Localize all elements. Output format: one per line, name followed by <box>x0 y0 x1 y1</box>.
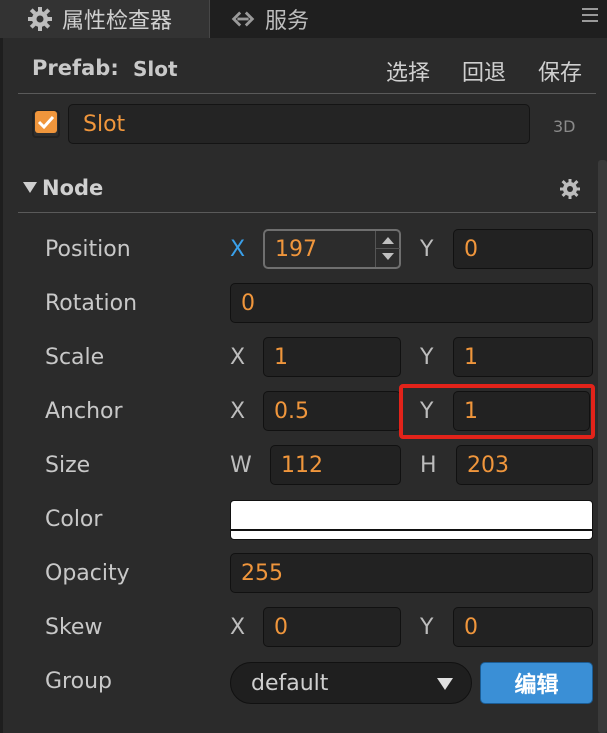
prefab-revert-button[interactable]: 回退 <box>462 55 506 87</box>
position-x-axis-label[interactable]: X <box>230 237 245 262</box>
scale-x-axis-label[interactable]: X <box>230 345 245 370</box>
skew-label: Skew <box>45 615 103 640</box>
group-select-value: default <box>251 670 329 696</box>
size-h-input[interactable]: 203 <box>456 445 593 485</box>
prefab-name: Slot <box>133 57 178 81</box>
spinner-down-icon[interactable] <box>382 253 394 260</box>
node-section-title: Node <box>42 176 104 200</box>
spinner-up-icon[interactable] <box>382 237 394 244</box>
link-icon <box>229 5 257 33</box>
skew-x-input[interactable]: 0 <box>263 607 401 647</box>
rotation-input[interactable]: 0 <box>230 283 593 323</box>
anchor-y-input[interactable]: 1 <box>453 391 590 431</box>
position-x-input[interactable]: 197 <box>263 229 401 269</box>
prefab-select-button[interactable]: 选择 <box>386 55 430 87</box>
node-name-input[interactable]: Slot <box>68 104 530 144</box>
position-y-input[interactable]: 0 <box>453 229 593 269</box>
group-select[interactable]: default <box>230 662 472 704</box>
divider <box>18 93 596 94</box>
position-x-spinner[interactable] <box>375 231 400 267</box>
opacity-input[interactable]: 255 <box>230 553 593 593</box>
scale-x-input[interactable]: 1 <box>263 337 401 377</box>
color-label: Color <box>45 507 103 532</box>
mode-3d-label[interactable]: 3D <box>553 117 576 136</box>
size-h-axis-label[interactable]: H <box>420 453 437 478</box>
skew-y-axis-label[interactable]: Y <box>420 615 433 640</box>
size-w-axis-label[interactable]: W <box>230 453 252 478</box>
panel-tab-bar: 属性检查器 服务 <box>0 0 607 38</box>
anchor-x-input[interactable]: 0.5 <box>263 391 401 431</box>
color-alpha-bar <box>231 529 592 531</box>
scale-y-axis-label[interactable]: Y <box>420 345 433 370</box>
group-label: Group <box>45 669 112 694</box>
position-y-axis-label[interactable]: Y <box>420 237 433 262</box>
prefab-bar: Prefab: Slot 选择 回退 保存 <box>18 44 596 92</box>
tab-services-label: 服务 <box>265 9 310 34</box>
anchor-x-axis-label[interactable]: X <box>230 399 245 424</box>
gear-icon <box>26 5 54 33</box>
check-icon <box>35 111 57 137</box>
tab-inspector[interactable]: 属性检查器 <box>0 0 210 38</box>
scale-y-input[interactable]: 1 <box>453 337 593 377</box>
spinner-divider <box>376 248 400 249</box>
scale-label: Scale <box>45 345 105 370</box>
scrollbar[interactable] <box>598 160 607 733</box>
collapse-triangle-icon[interactable] <box>23 182 37 193</box>
node-active-checkbox[interactable] <box>32 110 60 138</box>
anchor-y-axis-label[interactable]: Y <box>420 399 433 424</box>
position-label: Position <box>45 237 131 262</box>
divider <box>18 212 596 213</box>
group-edit-button[interactable]: 编辑 <box>480 662 593 704</box>
color-picker-field[interactable] <box>230 500 593 540</box>
skew-y-input[interactable]: 0 <box>453 607 593 647</box>
skew-x-axis-label[interactable]: X <box>230 615 245 640</box>
prefab-label: Prefab: <box>32 56 119 80</box>
tab-services[interactable]: 服务 <box>211 0 381 38</box>
size-w-input[interactable]: 112 <box>270 445 401 485</box>
gear-icon[interactable] <box>559 178 581 200</box>
panel-left-edge <box>0 38 3 733</box>
anchor-label: Anchor <box>45 399 123 424</box>
rotation-label: Rotation <box>45 291 138 316</box>
opacity-label: Opacity <box>45 561 130 586</box>
dropdown-caret-icon <box>437 678 453 690</box>
position-x-value: 197 <box>275 236 317 262</box>
tab-inspector-label: 属性检查器 <box>62 9 173 34</box>
node-section-header[interactable]: Node <box>18 164 596 212</box>
hamburger-icon[interactable] <box>579 6 601 24</box>
size-label: Size <box>45 453 91 478</box>
prefab-save-button[interactable]: 保存 <box>538 55 582 87</box>
